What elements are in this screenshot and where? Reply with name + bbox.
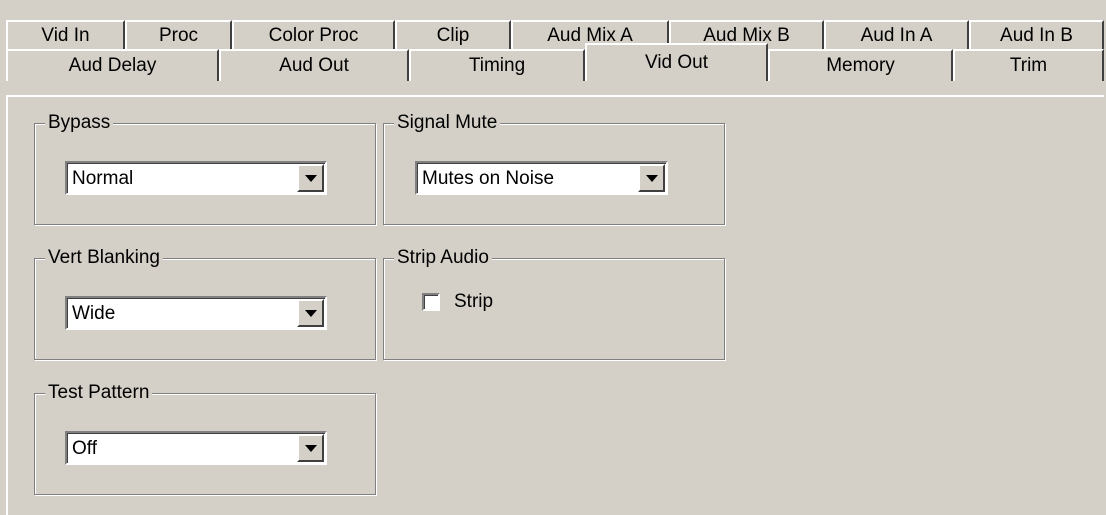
vid-out-panel: Bypass Normal Signal Mute Mutes on Noise… (6, 95, 1104, 515)
tab-vid-out[interactable]: Vid Out (585, 43, 768, 81)
tab-color-proc[interactable]: Color Proc (232, 20, 395, 50)
vert-blanking-select[interactable]: Wide (65, 296, 327, 330)
tab-label: Vid In (41, 25, 90, 46)
chevron-down-icon (304, 309, 317, 317)
signal-mute-select-value: Mutes on Noise (422, 168, 555, 189)
bypass-select-value: Normal (72, 168, 134, 189)
strip-audio-group-label: Strip Audio (394, 247, 492, 269)
tab-label: Timing (468, 55, 526, 76)
signal-mute-group-label: Signal Mute (394, 112, 501, 134)
chevron-down-icon (645, 174, 658, 182)
test-pattern-group-label: Test Pattern (45, 382, 153, 404)
test-pattern-select[interactable]: Off (65, 431, 327, 465)
tab-label: Color Proc (268, 25, 359, 46)
tab-trim[interactable]: Trim (953, 49, 1104, 81)
tab-row-2: Aud Delay Aud Out Timing Vid Out Memory … (6, 43, 1104, 81)
chevron-down-icon (304, 444, 317, 452)
bypass-group-label: Bypass (45, 112, 114, 134)
signal-mute-dropdown-button[interactable] (638, 164, 665, 192)
strip-audio-group: Strip Audio Strip (383, 247, 725, 360)
vert-blanking-group-label: Vert Blanking (45, 247, 163, 269)
bypass-dropdown-button[interactable] (297, 164, 324, 192)
vert-blanking-dropdown-button[interactable] (297, 299, 324, 327)
bypass-select[interactable]: Normal (65, 161, 327, 195)
tab-memory[interactable]: Memory (768, 49, 953, 81)
tab-label: Clip (436, 25, 470, 46)
tab-vid-in[interactable]: Vid In (6, 20, 125, 50)
tab-label: Aud In B (1000, 25, 1073, 46)
strip-checkbox-label[interactable]: Strip (454, 291, 493, 313)
tab-label: Aud Delay (68, 55, 157, 76)
tab-timing[interactable]: Timing (409, 49, 585, 81)
vert-blanking-group: Vert Blanking Wide (34, 247, 376, 360)
vert-blanking-select-value: Wide (72, 303, 116, 324)
signal-mute-group: Signal Mute Mutes on Noise (383, 112, 725, 225)
bypass-group: Bypass Normal (34, 112, 376, 225)
tab-label: Aud Out (279, 55, 349, 76)
tab-label: Memory (826, 55, 895, 76)
test-pattern-dropdown-button[interactable] (297, 434, 324, 462)
signal-mute-select[interactable]: Mutes on Noise (415, 161, 668, 195)
chevron-down-icon (304, 174, 317, 182)
test-pattern-select-value: Off (72, 438, 97, 459)
tab-label: Proc (158, 25, 199, 46)
strip-checkbox[interactable] (422, 293, 440, 311)
test-pattern-group: Test Pattern Off (34, 382, 376, 495)
tab-aud-in-b[interactable]: Aud In B (969, 20, 1104, 50)
tab-label: Aud In A (860, 25, 933, 46)
tab-label: Vid Out (644, 52, 709, 73)
tab-clip[interactable]: Clip (395, 20, 511, 50)
tab-aud-delay[interactable]: Aud Delay (6, 49, 219, 81)
tab-aud-out[interactable]: Aud Out (219, 49, 409, 81)
tab-aud-in-a[interactable]: Aud In A (824, 20, 969, 50)
tab-row-1: Vid In Proc Color Proc Clip Aud Mix A Au… (6, 20, 1104, 50)
tab-label: Trim (1009, 55, 1048, 76)
tab-proc[interactable]: Proc (125, 20, 232, 50)
